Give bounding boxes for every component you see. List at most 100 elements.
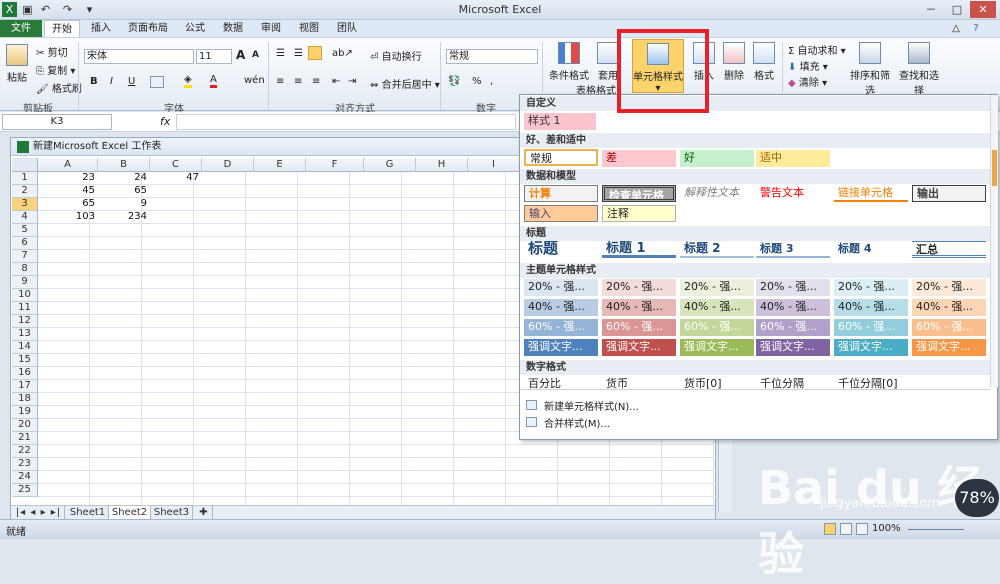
style-calculation[interactable]: 计算 <box>524 185 598 202</box>
style-warning[interactable]: 警告文本 <box>756 185 830 202</box>
tab-insert[interactable]: 插入 <box>86 20 116 37</box>
style-custom-1[interactable]: 样式 1 <box>524 113 596 130</box>
tab-data[interactable]: 数据 <box>218 20 248 37</box>
align-center-button[interactable]: ≡ <box>294 76 302 87</box>
style-20-accent2[interactable]: 20% - 强... <box>602 279 676 296</box>
formula-input[interactable] <box>176 114 516 130</box>
style-40-accent3[interactable]: 40% - 强... <box>680 299 754 316</box>
style-60-accent3[interactable]: 60% - 强... <box>680 319 754 336</box>
copy-button[interactable]: ⎘ 复制 ▾ <box>36 62 75 77</box>
decrease-indent-button[interactable]: ⇤ <box>332 76 340 87</box>
row-header[interactable]: 4 <box>12 211 38 224</box>
paste-button[interactable]: 粘贴 <box>4 44 30 84</box>
new-cell-style-item[interactable]: 新建单元格样式(N)... <box>544 398 639 413</box>
format-painter-button[interactable]: 🖌 格式刷 <box>36 80 82 95</box>
style-40-accent5[interactable]: 40% - 强... <box>834 299 908 316</box>
tab-review[interactable]: 审阅 <box>256 20 286 37</box>
underline-button[interactable]: U <box>128 76 135 87</box>
style-normal[interactable]: 常规 <box>524 149 598 166</box>
autosum-button[interactable]: Σ 自动求和 ▾ <box>788 42 846 57</box>
style-heading-4[interactable]: 标题 4 <box>834 241 908 258</box>
align-middle-button[interactable]: ☰ <box>294 48 303 59</box>
style-output[interactable]: 输出 <box>912 185 986 202</box>
row-header[interactable]: 23 <box>12 458 38 471</box>
font-color-button[interactable]: A <box>210 74 217 88</box>
row-header[interactable]: 7 <box>12 250 38 263</box>
style-linked-cell[interactable]: 链接单元格 <box>834 185 908 202</box>
row-header[interactable]: 8 <box>12 263 38 276</box>
style-60-accent6[interactable]: 60% - 强... <box>912 319 986 336</box>
name-box[interactable]: K3 <box>2 114 112 130</box>
merge-styles-item[interactable]: 合并样式(M)... <box>544 415 610 430</box>
new-sheet-icon[interactable]: ✚ <box>195 506 213 519</box>
row-header[interactable]: 17 <box>12 380 38 393</box>
font-size-dropdown[interactable]: 11 <box>196 49 232 64</box>
sheet-tab[interactable]: Sheet1 <box>67 506 109 519</box>
tab-page-layout[interactable]: 页面布局 <box>124 20 172 37</box>
cut-button[interactable]: ✂ 剪切 <box>36 44 68 59</box>
align-right-button[interactable]: ≡ <box>312 76 320 87</box>
style-20-accent3[interactable]: 20% - 强... <box>680 279 754 296</box>
gallery-scroll-thumb[interactable] <box>992 150 997 186</box>
cell-a2[interactable]: 45 <box>38 185 98 198</box>
help-icon[interactable]: ? <box>968 20 984 37</box>
vertical-scrollbar[interactable] <box>718 440 732 512</box>
style-40-accent6[interactable]: 40% - 强... <box>912 299 986 316</box>
align-left-button[interactable]: ≡ <box>276 76 284 87</box>
tab-home[interactable]: 开始 <box>44 20 80 37</box>
style-good[interactable]: 好 <box>680 150 754 167</box>
row-header[interactable]: 14 <box>12 341 38 354</box>
cell-b4[interactable]: 234 <box>98 211 150 224</box>
fill-color-button[interactable]: ◈ <box>184 74 192 88</box>
sheet-nav-buttons[interactable]: |◂ ◂ ▸ ▸| <box>13 506 65 519</box>
select-all-corner[interactable] <box>12 158 38 172</box>
column-header[interactable]: B <box>98 158 150 172</box>
phonetic-button[interactable]: wén <box>244 75 265 86</box>
row-header[interactable]: 6 <box>12 237 38 250</box>
minimize-button[interactable]: － <box>918 1 944 18</box>
cell-a1[interactable]: 23 <box>38 172 98 185</box>
row-header[interactable]: 3 <box>12 198 38 211</box>
cell-b3[interactable]: 9 <box>98 198 150 211</box>
row-header[interactable]: 20 <box>12 419 38 432</box>
cell-b2[interactable]: 65 <box>98 185 150 198</box>
conditional-format-button[interactable]: 条件格式 <box>548 42 590 82</box>
style-accent4[interactable]: 强调文字... <box>756 339 830 356</box>
style-bad[interactable]: 差 <box>602 150 676 167</box>
align-bottom-button[interactable] <box>308 46 322 60</box>
delete-cells-button[interactable]: 删除 <box>720 42 748 82</box>
style-20-accent1[interactable]: 20% - 强... <box>524 279 598 296</box>
column-header[interactable]: H <box>416 158 468 172</box>
style-20-accent6[interactable]: 20% - 强... <box>912 279 986 296</box>
row-header[interactable]: 16 <box>12 367 38 380</box>
column-header[interactable]: D <box>202 158 254 172</box>
row-header[interactable]: 18 <box>12 393 38 406</box>
row-header[interactable]: 24 <box>12 471 38 484</box>
currency-button[interactable]: 💱 <box>448 76 460 87</box>
maximize-button[interactable]: □ <box>944 1 970 18</box>
style-neutral[interactable]: 适中 <box>756 150 830 167</box>
sheet-tab-active[interactable]: Sheet2 <box>109 506 151 519</box>
style-heading-2[interactable]: 标题 2 <box>680 241 754 258</box>
style-heading-1[interactable]: 标题 1 <box>602 241 676 258</box>
row-header[interactable]: 9 <box>12 276 38 289</box>
row-header[interactable]: 11 <box>12 302 38 315</box>
column-header[interactable]: F <box>306 158 364 172</box>
row-header[interactable]: 19 <box>12 406 38 419</box>
align-top-button[interactable]: ☰ <box>276 48 285 59</box>
font-name-dropdown[interactable]: 宋体 <box>84 49 194 64</box>
column-header[interactable]: E <box>254 158 306 172</box>
style-60-accent5[interactable]: 60% - 强... <box>834 319 908 336</box>
gallery-scrollbar[interactable] <box>990 95 998 387</box>
style-note[interactable]: 注释 <box>602 205 676 222</box>
style-check-cell[interactable]: 检查单元格 <box>602 185 676 202</box>
tab-file[interactable]: 文件 <box>0 20 42 37</box>
style-accent6[interactable]: 强调文字... <box>912 339 986 356</box>
row-header[interactable]: 25 <box>12 484 38 497</box>
row-header[interactable]: 22 <box>12 445 38 458</box>
style-60-accent4[interactable]: 60% - 强... <box>756 319 830 336</box>
fill-button[interactable]: ⬇ 填充 ▾ <box>788 58 828 73</box>
insert-function-button[interactable]: fx <box>160 115 170 128</box>
comma-button[interactable]: , <box>490 76 493 87</box>
style-input[interactable]: 输入 <box>524 205 598 222</box>
